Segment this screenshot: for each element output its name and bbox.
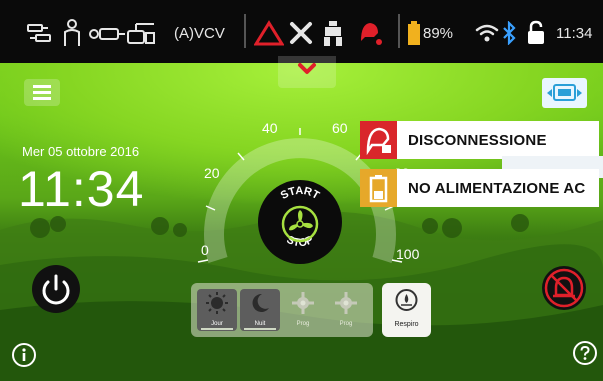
sensor-icon [26,18,52,48]
notification-ac-power[interactable]: NO ALIMENTAZIONE AC [360,169,599,207]
wifi-icon [475,18,499,48]
unlock-icon[interactable] [527,18,545,48]
humidifier-icon [126,18,156,48]
mode-day-button[interactable]: Jour [197,289,237,331]
battery-icon [408,18,420,48]
question-icon [580,345,590,360]
mode-label: Jour [211,321,223,327]
vent-icon [322,18,344,48]
mode-night-button[interactable]: Nuit [240,289,280,331]
notification-text: DISCONNESSIONE [408,132,547,149]
camera-button[interactable] [542,78,587,108]
gauge-tick-0: 0 [201,242,209,258]
alarm-button[interactable] [542,266,586,310]
notification-disconnect[interactable]: DISCONNESSIONE [360,121,599,159]
date-label: Mer 05 ottobre 2016 [22,144,140,159]
gauge-tick-40: 40 [262,120,278,136]
menu-icon [33,85,51,100]
respiro-button[interactable]: Respiro [382,283,431,337]
alarm-triangle-icon[interactable] [254,18,284,48]
tools-icon[interactable] [288,18,314,48]
status-clock: 11:34 [556,24,593,42]
respiro-icon [395,289,418,311]
disconnect-icon[interactable] [356,18,384,48]
menu-button[interactable] [24,79,60,106]
alarm-bell-icon [544,268,584,308]
sun-icon [206,292,228,314]
info-icon [22,348,26,361]
chevron-down-icon [298,63,316,74]
pull-down-tab[interactable] [278,56,336,88]
fan-icon [281,205,319,243]
mode-label: Prog [296,321,310,327]
notification-text: NO ALIMENTAZIONE AC [408,180,586,197]
gear-icon [335,292,357,314]
bluetooth-icon [502,18,516,48]
mode-label: Prog [339,321,353,327]
status-bar: (A)VCV 89% 11:34 [0,0,603,63]
mode-panel: Jour Nuit Prog Prog [191,283,373,337]
mode-label: Nuit [254,321,266,327]
separator [398,14,400,48]
start-stop-button[interactable]: START STOP [258,180,342,264]
gauge-tick-100: 100 [396,246,420,262]
battery-percent: 89% [423,24,454,42]
info-button[interactable] [12,343,36,367]
respiro-label: Respiro [394,321,419,328]
mode-prog-2-button[interactable]: Prog [326,289,366,331]
gauge-tick-20: 20 [204,165,220,181]
circuit-icon [88,18,126,48]
gauge-tick-60: 60 [332,120,348,136]
help-button[interactable] [573,341,597,365]
battery-warning-icon [360,169,397,207]
time-label: 11:34 [18,161,145,217]
mode-prog-1-button[interactable]: Prog [283,289,323,331]
active-indicator [244,328,276,330]
start-label: START [279,185,322,202]
moon-icon [252,293,269,312]
ventilator-screen: (A)VCV 89% 11:34 Mer 05 ottobre 2016 11:… [0,0,603,381]
ventilation-mode: (A)VCV [174,24,225,42]
gear-icon [292,292,314,314]
power-button[interactable] [32,265,80,313]
active-indicator [201,328,233,330]
separator [244,14,246,48]
patient-icon [62,18,82,48]
camera-icon [547,84,582,101]
power-icon [42,274,70,305]
disconnect-icon [360,121,397,159]
